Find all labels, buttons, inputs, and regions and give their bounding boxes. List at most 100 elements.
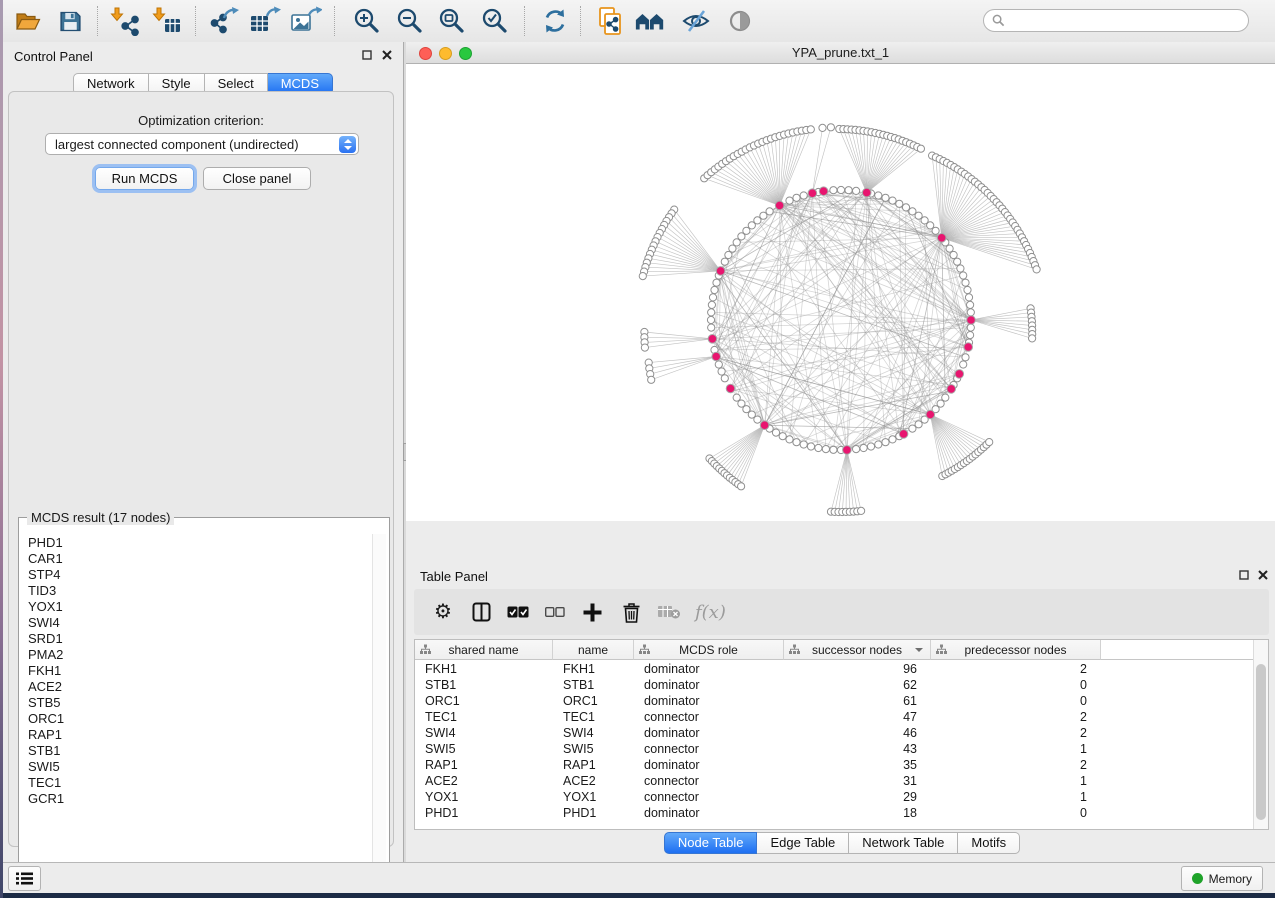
graph-node[interactable] [882, 439, 889, 446]
zoom-fit-icon[interactable] [436, 5, 468, 37]
hide-graphics-details-icon[interactable] [680, 5, 712, 37]
table-row[interactable]: ACE2ACE2connector311 [415, 773, 1256, 789]
graph-hub-node[interactable] [967, 316, 976, 325]
graph-node[interactable] [937, 400, 944, 407]
graph-node[interactable] [967, 309, 974, 316]
graph-node[interactable] [721, 258, 728, 265]
graph-node[interactable] [709, 294, 716, 301]
graph-node[interactable] [715, 361, 722, 368]
graph-hub-node[interactable] [760, 421, 769, 430]
graph-node[interactable] [800, 192, 807, 199]
table-cell[interactable]: connector [634, 789, 780, 805]
table-row[interactable]: PHD1PHD1dominator180 [415, 805, 1256, 821]
table-cell[interactable]: 62 [784, 677, 929, 693]
memory-button[interactable]: Memory [1181, 866, 1263, 891]
graph-node[interactable] [822, 446, 829, 453]
network-window-titlebar[interactable]: YPA_prune.txt_1 [406, 42, 1275, 64]
graph-node[interactable] [967, 332, 974, 339]
graph-hub-node[interactable] [843, 446, 852, 455]
table-cell[interactable]: 1 [931, 773, 1099, 789]
graph-node[interactable] [708, 309, 715, 316]
mcds-result-item[interactable]: YOX1 [28, 599, 64, 615]
graph-hub-node[interactable] [964, 343, 973, 352]
graph-node[interactable] [860, 444, 867, 451]
table-cell[interactable]: 31 [784, 773, 929, 789]
graph-hub-node[interactable] [937, 234, 946, 243]
table-row[interactable]: TEC1TEC1connector472 [415, 709, 1256, 725]
open-file-icon[interactable] [12, 5, 44, 37]
graph-node[interactable] [772, 429, 779, 436]
table-cell[interactable]: SWI4 [553, 725, 630, 741]
table-cell[interactable]: FKH1 [415, 661, 549, 677]
graph-node[interactable] [793, 194, 800, 201]
mcds-result-item[interactable]: ACE2 [28, 679, 64, 695]
graph-node[interactable] [708, 301, 715, 308]
table-cell[interactable]: RAP1 [415, 757, 549, 773]
graph-hub-node[interactable] [955, 370, 964, 379]
table-cell[interactable]: ORC1 [415, 693, 549, 709]
graph-node[interactable] [815, 444, 822, 451]
export-network-icon[interactable] [209, 5, 241, 37]
graph-node[interactable] [786, 436, 793, 443]
graph-node[interactable] [960, 272, 967, 279]
graph-node[interactable] [711, 286, 718, 293]
graph-node[interactable] [921, 217, 928, 224]
graph-node[interactable] [964, 286, 971, 293]
show-graphics-details-icon[interactable] [724, 5, 756, 37]
table-cell[interactable]: 1 [931, 789, 1099, 805]
table-cell[interactable]: YOX1 [553, 789, 630, 805]
clone-network-icon[interactable] [594, 5, 626, 37]
node-table[interactable]: shared namenameMCDS rolesuccessor nodesp… [414, 639, 1269, 830]
graph-node[interactable] [729, 245, 736, 252]
graph-node[interactable] [986, 439, 993, 446]
graph-node[interactable] [1033, 266, 1040, 273]
graph-node[interactable] [889, 197, 896, 204]
tab-edge-table[interactable]: Edge Table [757, 832, 849, 854]
mcds-result-list[interactable]: PHD1CAR1STP4TID3YOX1SWI4SRD1PMA2FKH1ACE2… [28, 535, 64, 807]
zoom-out-icon[interactable] [394, 5, 426, 37]
refresh-icon[interactable] [539, 5, 571, 37]
save-icon[interactable] [54, 5, 86, 37]
graph-node[interactable] [957, 265, 964, 272]
scrollbar-thumb[interactable] [1256, 664, 1266, 820]
table-cell[interactable]: 2 [931, 725, 1099, 741]
graph-node[interactable] [853, 446, 860, 453]
graph-node[interactable] [962, 279, 969, 286]
graph-node[interactable] [830, 446, 837, 453]
table-cell[interactable]: ORC1 [553, 693, 630, 709]
mcds-result-item[interactable]: SWI4 [28, 615, 64, 631]
graph-node[interactable] [896, 200, 903, 207]
graph-node[interactable] [641, 344, 648, 351]
graph-node[interactable] [950, 251, 957, 258]
graph-hub-node[interactable] [708, 335, 717, 344]
graph-node[interactable] [902, 204, 909, 211]
table-cell[interactable]: TEC1 [553, 709, 630, 725]
table-cell[interactable]: dominator [634, 661, 780, 677]
mcds-result-item[interactable]: CAR1 [28, 551, 64, 567]
graph-hub-node[interactable] [926, 410, 935, 419]
graph-node[interactable] [965, 294, 972, 301]
graph-hub-node[interactable] [819, 187, 828, 196]
add-column-icon[interactable] [583, 598, 602, 626]
column-header-predecessor-nodes[interactable]: predecessor nodes [931, 640, 1101, 660]
graph-node[interactable] [858, 507, 865, 514]
graph-node[interactable] [639, 273, 646, 280]
graph-node[interactable] [882, 194, 889, 201]
graph-node[interactable] [917, 145, 924, 152]
graph-node[interactable] [915, 421, 922, 428]
graph-node[interactable] [733, 394, 740, 401]
mcds-result-item[interactable]: PHD1 [28, 535, 64, 551]
graph-node[interactable] [738, 233, 745, 240]
mcds-result-item[interactable]: TEC1 [28, 775, 64, 791]
table-cell[interactable]: SWI5 [415, 741, 549, 757]
graph-node[interactable] [786, 197, 793, 204]
table-row[interactable]: SWI4SWI4dominator462 [415, 725, 1256, 741]
deselect-all-checkboxes-icon[interactable] [545, 598, 565, 626]
tab-network-table[interactable]: Network Table [849, 832, 958, 854]
table-cell[interactable]: STB1 [553, 677, 630, 693]
table-cell[interactable]: SWI4 [415, 725, 549, 741]
graph-node[interactable] [721, 375, 728, 382]
table-row[interactable]: FKH1FKH1dominator962 [415, 661, 1256, 677]
graph-hub-node[interactable] [712, 352, 721, 361]
network-overview-icon[interactable] [634, 5, 666, 37]
